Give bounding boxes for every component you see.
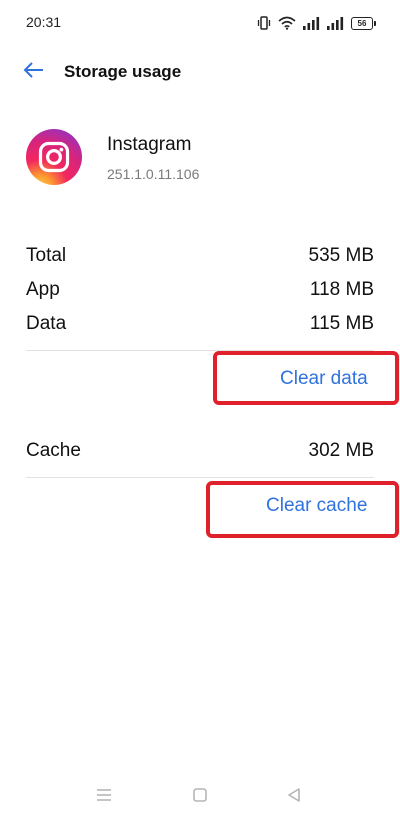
app-name: Instagram [107,134,192,155]
signal-icon [303,16,320,30]
instagram-icon [26,129,82,185]
header: Storage usage [0,50,400,94]
home-button[interactable] [189,786,211,808]
wifi-icon [278,16,296,30]
battery-icon: 56 [351,16,376,30]
signal-icon [327,16,344,30]
status-time: 20:31 [26,14,62,30]
page-title: Storage usage [64,62,182,81]
battery-level: 56 [351,16,373,30]
divider [26,477,374,478]
navigation-bar [0,780,400,814]
clear-data-button[interactable]: Clear data [280,368,368,390]
back-triangle-icon [286,787,302,808]
storage-usage-screen: 20:31 56 Storage usage Instagram 251.1.0… [0,0,400,820]
app-value: 118 MB [309,279,374,300]
cache-value: 302 MB [308,440,374,461]
cache-label: Cache [26,440,81,461]
storage-row-data: Data 115 MB [26,310,374,338]
back-button[interactable] [20,60,48,84]
vibrate-icon [257,16,271,30]
clear-cache-button[interactable]: Clear cache [266,495,367,517]
home-icon [192,787,208,808]
back-nav-button[interactable] [283,786,305,808]
arrow-left-icon [23,61,45,84]
app-label: App [26,279,60,300]
storage-row-total: Total 535 MB [26,242,374,270]
storage-row-cache: Cache 302 MB [26,437,374,465]
app-version: 251.1.0.11.106 [107,166,200,182]
data-label: Data [26,313,67,334]
status-bar: 20:31 56 [0,0,400,44]
data-value: 115 MB [309,313,374,334]
total-label: Total [26,245,67,266]
menu-icon [96,788,112,807]
status-icons: 56 [257,14,376,32]
menu-button[interactable] [93,786,115,808]
total-value: 535 MB [308,245,374,266]
storage-row-app: App 118 MB [26,276,374,304]
